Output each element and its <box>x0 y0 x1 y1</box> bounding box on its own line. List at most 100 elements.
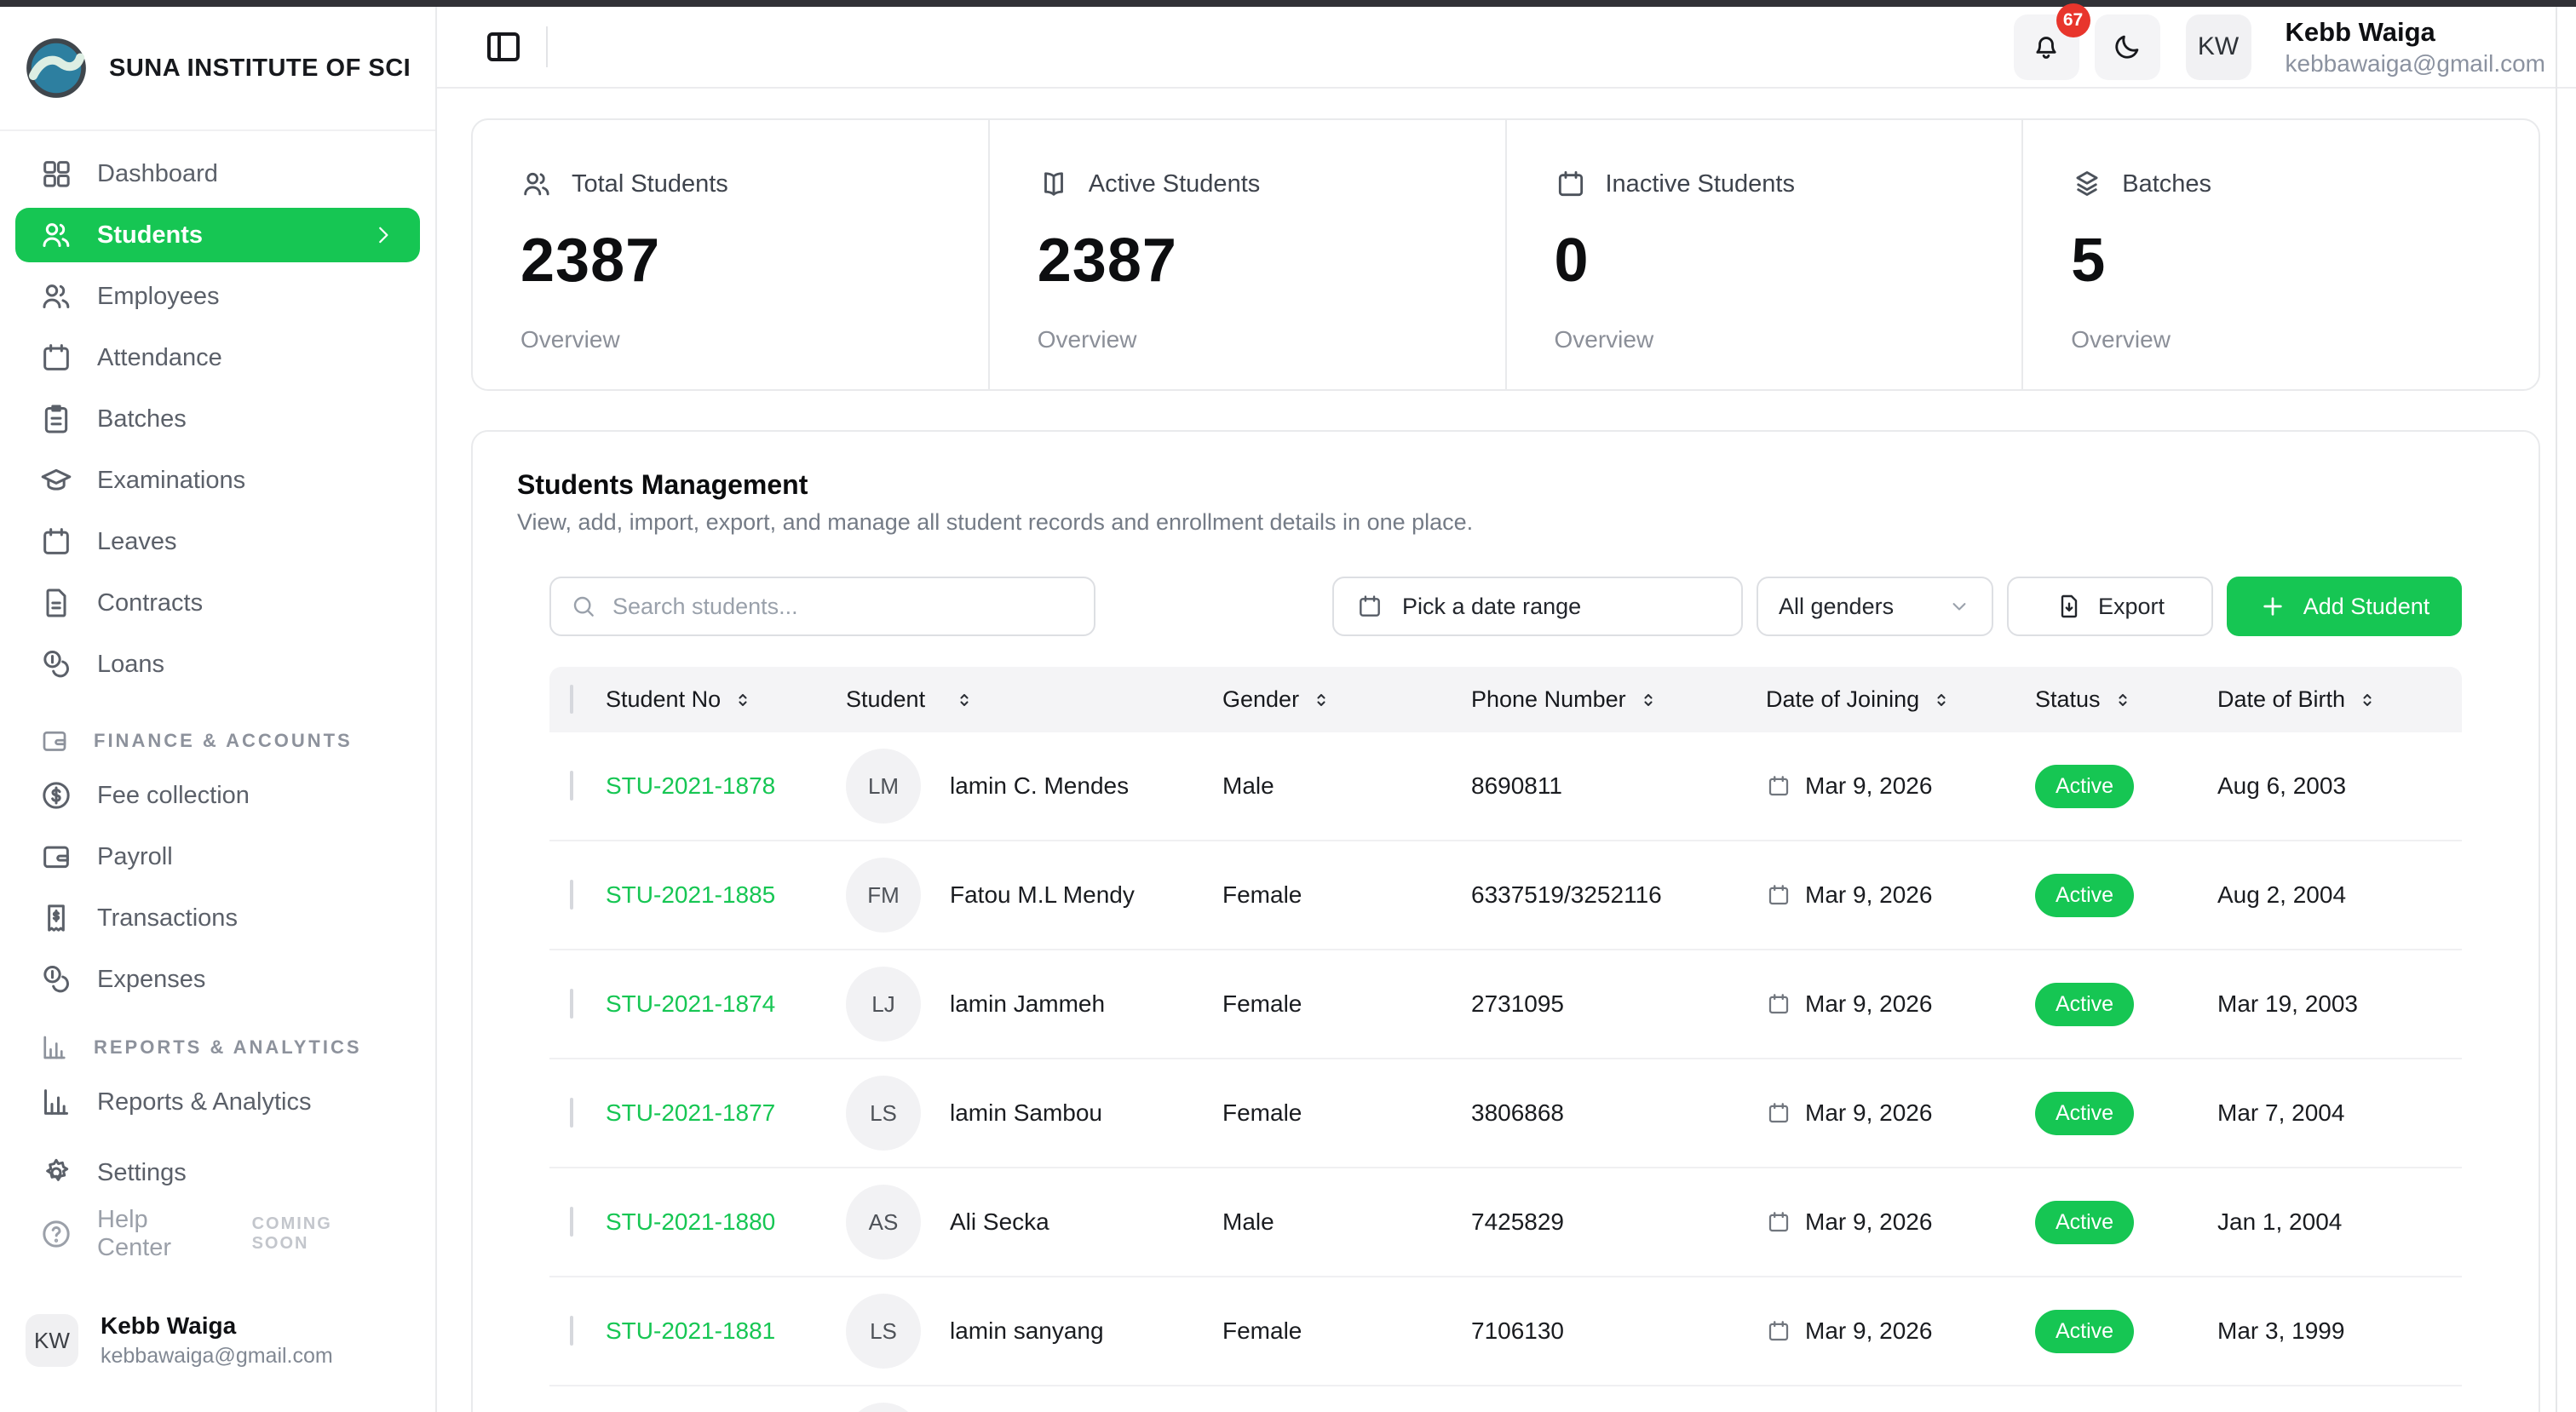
table-row[interactable]: STU-2021-1881 LS lamin sanyang Female 71… <box>549 1277 2462 1386</box>
sidebar-user[interactable]: KW Kebb Waiga kebbawaiga@gmail.com <box>15 1312 418 1369</box>
notifications-button[interactable]: 67 <box>2014 14 2079 80</box>
column-header-date-of-birth[interactable]: Date of Birth <box>2205 686 2462 713</box>
receipt-icon <box>39 901 73 935</box>
theme-toggle-button[interactable] <box>2095 14 2160 80</box>
stat-footer: Overview <box>1555 326 1975 353</box>
column-header-phone-number[interactable]: Phone Number <box>1459 686 1749 713</box>
sidebar-item-loans[interactable]: Loans <box>15 637 420 692</box>
table-row[interactable]: STU-2021-1880 AS Ali Secka Male 7425829 … <box>549 1168 2462 1277</box>
export-button[interactable]: Export <box>2007 577 2213 636</box>
table-row[interactable]: STU-2021-1885 FM Fatou M.L Mendy Female … <box>549 841 2462 950</box>
sidebar-item-students[interactable]: Students <box>15 208 420 262</box>
search-input[interactable] <box>612 594 1075 620</box>
column-header-student-no[interactable]: Student No <box>606 686 846 713</box>
sidebar-item-label: Help Center <box>97 1206 228 1262</box>
column-header-gender[interactable]: Gender <box>1204 686 1459 713</box>
bell-icon <box>2030 31 2062 63</box>
gender-filter-select[interactable]: All genders <box>1757 577 1993 636</box>
sidebar-item-transactions[interactable]: Transactions <box>15 891 420 945</box>
sidebar-item-label: Reports & Analytics <box>97 1088 311 1116</box>
avatar: LM <box>846 749 921 824</box>
avatar <box>846 1403 921 1412</box>
sidebar-item-label: Transactions <box>97 904 238 933</box>
table-row[interactable]: STU-2021-1878 LM lamin C. Mendes Male 86… <box>549 732 2462 841</box>
student-no-link[interactable]: STU-2021-1878 <box>606 772 775 799</box>
status-badge: Active <box>2035 1310 2134 1353</box>
sidebar-item-dashboard[interactable]: Dashboard <box>15 146 420 201</box>
column-header-student[interactable]: Student <box>846 686 1204 713</box>
dob-cell: Jan 1, 2004 <box>2205 1208 2462 1236</box>
scrollbar[interactable] <box>2556 7 2557 1412</box>
help-circle-icon <box>39 1217 73 1251</box>
add-student-button[interactable]: Add Student <box>2227 577 2462 636</box>
sidebar-item-batches[interactable]: Batches <box>15 392 420 446</box>
stat-label: Total Students <box>572 170 728 198</box>
date-range-picker[interactable]: Pick a date range <box>1332 577 1743 636</box>
sidebar-item-attendance[interactable]: Attendance <box>15 330 420 385</box>
select-all-checkbox[interactable] <box>570 685 573 714</box>
stat-card-batches: Batches 5 Overview <box>2021 120 2539 389</box>
column-header-date-of-joining[interactable]: Date of Joining <box>1749 686 2004 713</box>
sidebar-item-contracts[interactable]: Contracts <box>15 576 420 630</box>
sidebar-item-label: Expenses <box>97 966 205 994</box>
column-header-status[interactable]: Status <box>2004 686 2205 713</box>
student-name: Fatou M.L Mendy <box>950 881 1135 909</box>
row-checkbox[interactable] <box>570 771 573 801</box>
student-no-link[interactable]: STU-2021-1880 <box>606 1208 775 1235</box>
wallet-icon <box>39 840 73 874</box>
add-student-label: Add Student <box>2303 594 2430 620</box>
student-name: lamin Sambou <box>950 1099 1102 1127</box>
avatar[interactable]: KW <box>2186 14 2251 80</box>
row-checkbox[interactable] <box>570 1207 573 1237</box>
file-download-icon <box>2056 593 2083 620</box>
sidebar-item-label: Leaves <box>97 528 177 556</box>
stat-value: 2387 <box>520 226 940 296</box>
topbar-divider <box>546 26 548 67</box>
dob-cell: Mar 19, 2003 <box>2205 990 2462 1018</box>
sidebar-toggle-button[interactable] <box>483 26 524 67</box>
row-checkbox[interactable] <box>570 1098 573 1128</box>
sidebar-item-help-center[interactable]: Help Center COMING SOON <box>15 1207 418 1261</box>
sidebar-item-expenses[interactable]: Expenses <box>15 952 420 1007</box>
student-no-link[interactable]: STU-2021-1877 <box>606 1099 775 1126</box>
sort-icon <box>1311 690 1331 710</box>
sidebar-item-reports-analytics[interactable]: Reports & Analytics <box>15 1075 420 1129</box>
sidebar-item-leaves[interactable]: Leaves <box>15 514 420 569</box>
bar-chart-icon <box>39 1032 70 1063</box>
avatar: KW <box>26 1314 78 1367</box>
table-row[interactable]: STU-2021-1877 LS lamin Sambou Female 380… <box>549 1059 2462 1168</box>
sidebar-item-label: Batches <box>97 405 187 433</box>
sidebar-item-employees[interactable]: Employees <box>15 269 420 324</box>
dob-cell: Mar 3, 1999 <box>2205 1317 2462 1345</box>
plus-icon <box>2259 593 2286 620</box>
avatar: LS <box>846 1294 921 1369</box>
phone-cell: 2731095 <box>1459 990 1749 1018</box>
calendar-icon <box>1356 593 1383 620</box>
sidebar-section-reports-analytics: REPORTS & ANALYTICS <box>15 1020 420 1075</box>
sidebar-item-settings[interactable]: Settings <box>15 1145 418 1200</box>
student-no-link[interactable]: STU-2021-1874 <box>606 990 775 1017</box>
sidebar-item-label: Payroll <box>97 843 173 871</box>
user-name: Kebb Waiga <box>101 1312 333 1340</box>
joining-date: Mar 9, 2026 <box>1805 772 1932 800</box>
stat-card-total-students: Total Students 2387 Overview <box>473 120 988 389</box>
row-checkbox[interactable] <box>570 1316 573 1346</box>
employees-icon <box>39 279 73 313</box>
sidebar: SUNA INSTITUTE OF SCI... Dashboard Stude… <box>0 7 437 1412</box>
dashboard-grid-icon <box>39 157 73 191</box>
student-no-link[interactable]: STU-2021-1885 <box>606 881 775 908</box>
sidebar-item-payroll[interactable]: Payroll <box>15 829 420 884</box>
table-row[interactable]: STU-2021-1874 LJ lamin Jammeh Female 273… <box>549 950 2462 1059</box>
stats-row: Total Students 2387 Overview Active Stud… <box>471 118 2540 391</box>
sidebar-item-fee-collection[interactable]: Fee collection <box>15 768 420 823</box>
sidebar-section-label: REPORTS & ANALYTICS <box>94 1036 362 1059</box>
students-management-panel: Students Management View, add, import, e… <box>471 430 2540 1412</box>
sort-icon <box>2113 690 2133 710</box>
user-name: Kebb Waiga <box>2286 17 2545 48</box>
student-no-link[interactable]: STU-2021-1881 <box>606 1317 775 1344</box>
row-checkbox[interactable] <box>570 880 573 910</box>
sidebar-item-examinations[interactable]: Examinations <box>15 453 420 508</box>
table-header-row: Student No Student Gender Phone Num <box>549 667 2462 732</box>
row-checkbox[interactable] <box>570 989 573 1019</box>
stat-card-active-students: Active Students 2387 Overview <box>988 120 1505 389</box>
